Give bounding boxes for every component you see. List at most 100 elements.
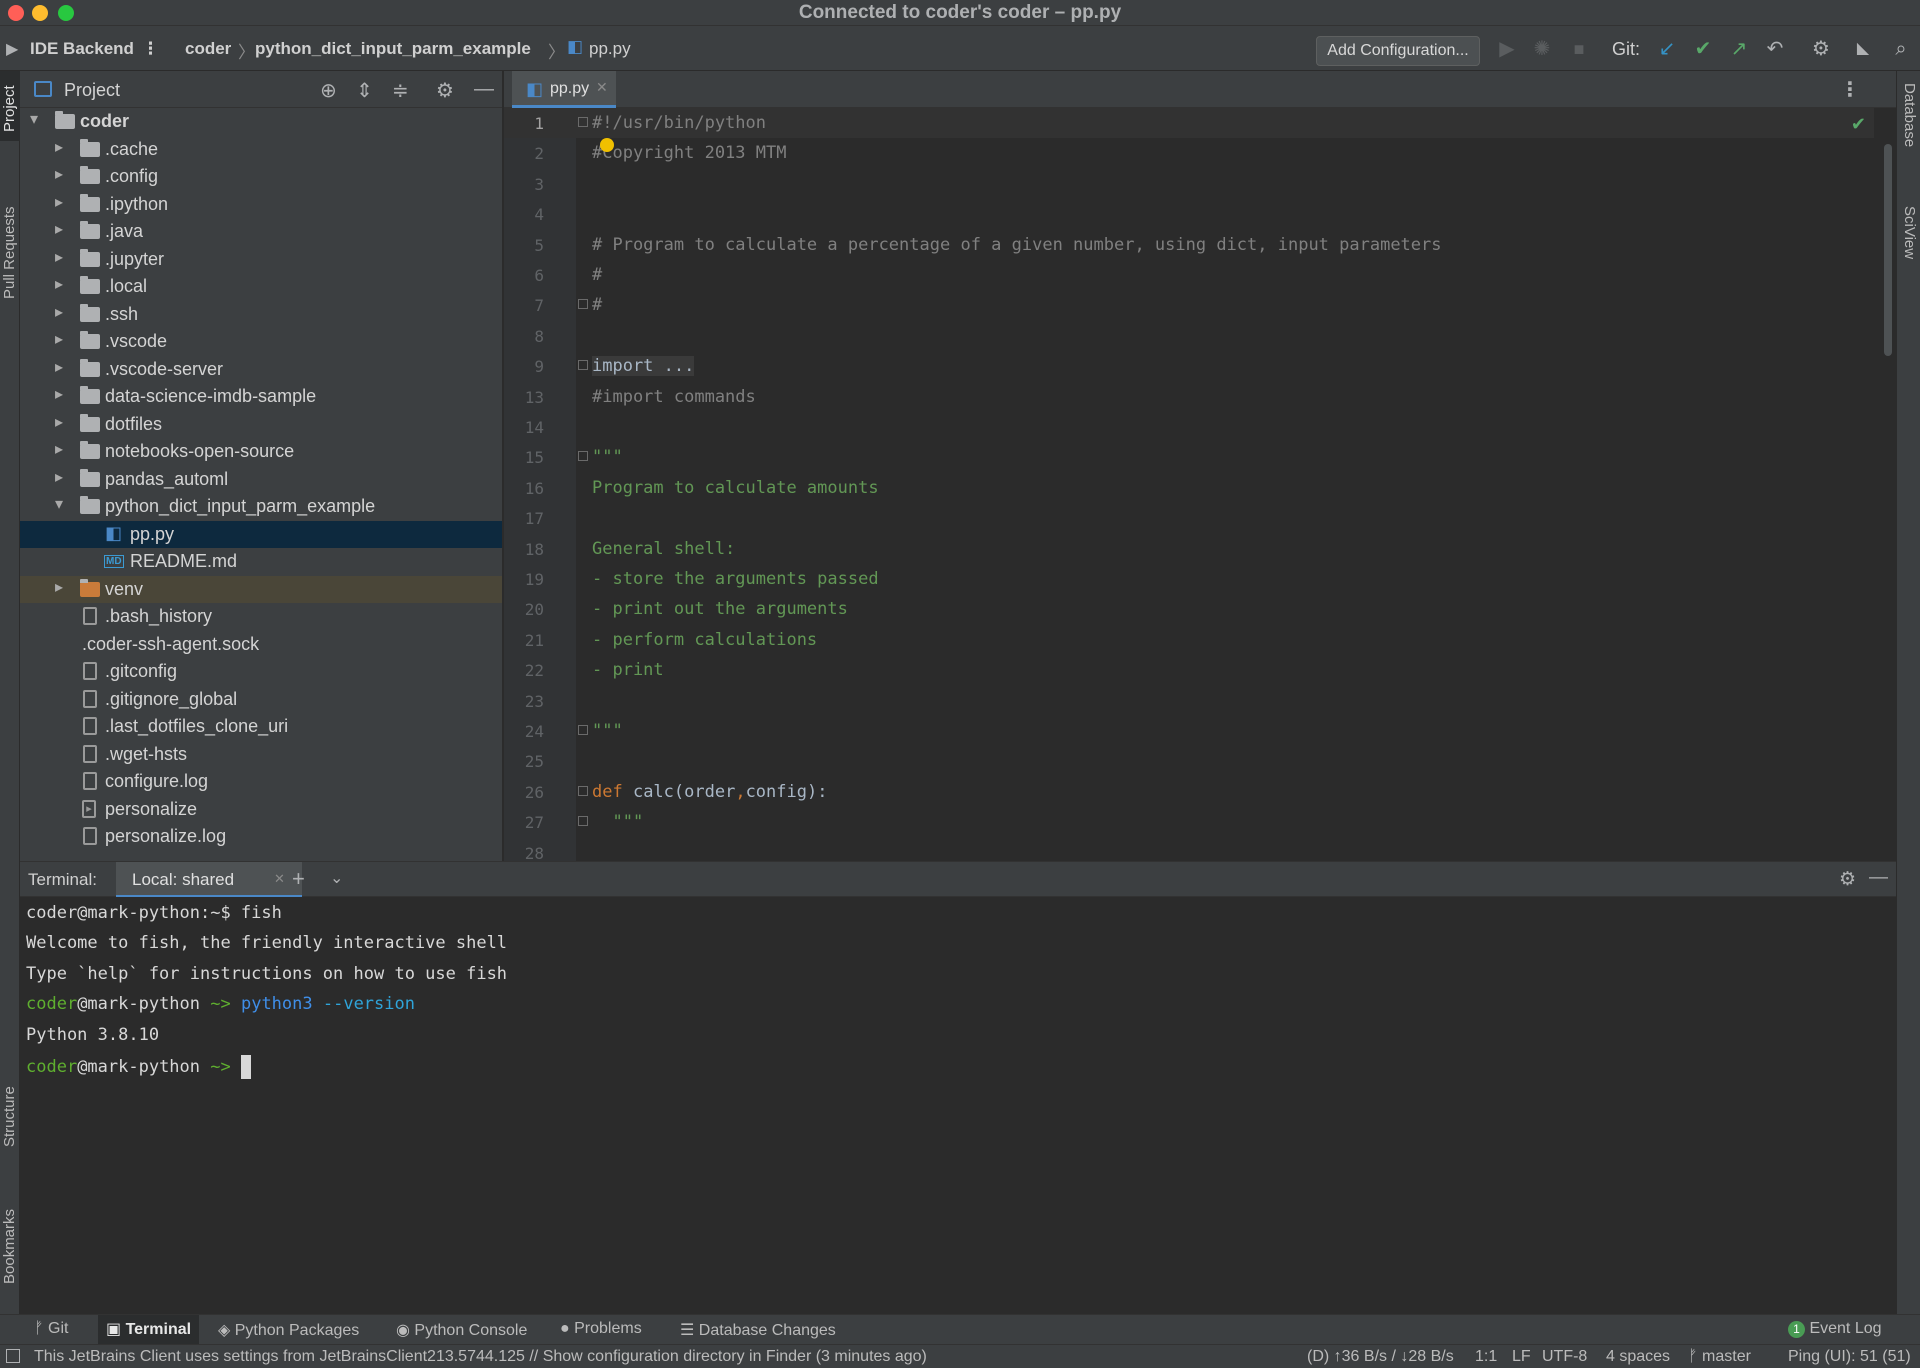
git-branch-widget[interactable]: ᚠ master <box>1688 1348 1751 1366</box>
tree-item[interactable]: .gitignore_global <box>20 686 502 714</box>
close-tab-icon[interactable]: ✕ <box>596 79 608 96</box>
indent-setting[interactable]: 4 spaces <box>1606 1348 1670 1366</box>
chevron-down-icon[interactable]: ⌄ <box>330 868 343 888</box>
close-terminal-tab-icon[interactable]: ✕ <box>274 871 285 887</box>
locate-file-icon[interactable]: ⊕ <box>320 78 337 103</box>
breadcrumb-folder[interactable]: python_dict_input_parm_example <box>255 39 531 59</box>
tool-tab-terminal[interactable]: ▣ Terminal <box>98 1315 200 1345</box>
chevron-right-icon[interactable]: ▸ <box>55 192 63 212</box>
tab-pp-py[interactable]: ◧ pp.py ✕ <box>512 71 616 108</box>
tree-item[interactable]: ▸ .vscode <box>20 328 502 356</box>
line-separator[interactable]: LF <box>1512 1348 1531 1366</box>
chevron-right-icon[interactable]: ▸ <box>55 302 63 322</box>
stop-icon[interactable]: ■ <box>1566 36 1592 62</box>
chevron-right-icon[interactable]: ▸ <box>55 577 63 597</box>
code-line[interactable]: 26 def calc(order,config): <box>504 777 1874 807</box>
fold-marker-icon[interactable] <box>578 360 588 371</box>
hide-panel-icon[interactable]: — <box>474 78 494 101</box>
chevron-right-icon[interactable]: ▸ <box>55 274 63 294</box>
tree-item[interactable]: .wget-hsts <box>20 741 502 769</box>
intention-bulb-icon[interactable] <box>600 138 614 152</box>
code-line[interactable]: 9 import ... <box>504 351 1874 381</box>
editor-scrollbar[interactable] <box>1884 144 1892 356</box>
search-icon[interactable]: ⌕ <box>1888 36 1914 62</box>
code-line[interactable]: 15 """ <box>504 442 1874 472</box>
code-line[interactable]: 21 - perform calculations <box>504 625 1874 655</box>
tab-project[interactable]: Project <box>0 77 20 141</box>
code-line[interactable]: 16 Program to calculate amounts <box>504 473 1874 503</box>
status-message[interactable]: This JetBrains Client uses settings from… <box>34 1348 927 1366</box>
more-vertical-icon[interactable]: ⋮ <box>142 39 159 59</box>
tool-tab-database-changes[interactable]: ☰ Database Changes <box>680 1320 836 1340</box>
breadcrumb-root[interactable]: coder <box>185 39 231 59</box>
debug-icon[interactable]: ✺ <box>1529 36 1555 62</box>
tool-tab-problems[interactable]: ● Problems <box>560 1320 642 1338</box>
project-panel-title[interactable]: Project <box>64 80 120 101</box>
breadcrumb-file[interactable]: pp.py <box>589 39 631 59</box>
code-line[interactable]: 3 <box>504 169 1874 199</box>
tree-item[interactable]: personalize.log <box>20 823 502 851</box>
code-line[interactable]: 23 <box>504 686 1874 716</box>
tree-item[interactable]: ▸ dotfiles <box>20 411 502 439</box>
tree-item[interactable]: .gitconfig <box>20 658 502 686</box>
fold-marker-icon[interactable] <box>578 299 588 310</box>
add-configuration-button[interactable]: Add Configuration... <box>1316 36 1480 66</box>
chevron-right-icon[interactable]: ▸ <box>55 357 63 377</box>
tree-item[interactable]: ▸ .local <box>20 273 502 301</box>
settings-gear-icon[interactable]: ⚙ <box>1808 36 1834 62</box>
chevron-right-icon[interactable]: ▸ <box>55 164 63 184</box>
code-with-me-icon[interactable]: ◣ <box>1850 36 1876 62</box>
chevron-right-icon[interactable]: ▸ <box>55 467 63 487</box>
tree-item[interactable]: ▸ .ssh <box>20 301 502 329</box>
fold-marker-icon[interactable] <box>578 725 588 735</box>
tab-bookmarks[interactable]: Bookmarks <box>0 1191 20 1301</box>
hide-terminal-icon[interactable]: — <box>1869 867 1888 889</box>
tree-item[interactable]: ▸ data-science-imdb-sample <box>20 383 502 411</box>
fold-marker-icon[interactable] <box>578 816 588 827</box>
fold-marker-icon[interactable] <box>578 117 588 127</box>
chevron-right-icon[interactable]: ▸ <box>55 247 63 267</box>
expand-all-icon[interactable]: ⇕ <box>356 78 373 103</box>
fold-marker-icon[interactable] <box>578 785 588 796</box>
tab-pull-requests[interactable]: Pull Requests <box>0 183 20 323</box>
tree-item[interactable]: ▸ venv <box>20 575 502 603</box>
tree-item[interactable]: ▾ python_dict_input_parm_example <box>20 493 502 521</box>
tree-root-coder[interactable]: ▾ coder <box>20 108 502 136</box>
tree-item[interactable]: ▸ notebooks-open-source <box>20 438 502 466</box>
git-update-icon[interactable]: ↙ <box>1654 36 1680 62</box>
collapse-all-icon[interactable]: ≑ <box>392 78 409 103</box>
tree-item[interactable]: ▸ .java <box>20 218 502 246</box>
tree-item[interactable]: .bash_history <box>20 603 502 631</box>
terminal-tab-local-shared[interactable]: Local: shared ✕ <box>116 862 302 898</box>
file-encoding[interactable]: UTF-8 <box>1542 1348 1587 1366</box>
tool-tab-python-console[interactable]: ◉ Python Console <box>396 1320 527 1340</box>
tree-item[interactable]: ▸ .cache <box>20 136 502 164</box>
code-line[interactable]: 8 <box>504 321 1874 351</box>
code-line[interactable]: 18 General shell: <box>504 534 1874 564</box>
code-line[interactable]: 2 #Copyright 2013 MTM <box>504 138 1874 168</box>
tab-options-icon[interactable]: ⋮ <box>1840 77 1860 102</box>
chevron-right-icon[interactable]: ▸ <box>55 219 63 239</box>
chevron-right-icon[interactable]: ▸ <box>55 384 63 404</box>
code-line[interactable]: 14 <box>504 412 1874 442</box>
fold-marker-icon[interactable] <box>578 451 588 462</box>
new-terminal-icon[interactable]: + <box>292 866 305 892</box>
git-push-icon[interactable]: ↗ <box>1726 36 1752 62</box>
code-line[interactable]: 24 """ <box>504 716 1874 746</box>
run-icon[interactable]: ▶ <box>1494 36 1520 62</box>
code-line[interactable]: 28 <box>504 838 1874 861</box>
code-line[interactable]: 13 #import commands <box>504 382 1874 412</box>
terminal-output[interactable]: coder@mark-python:~$ fish Welcome to fis… <box>20 897 1896 1314</box>
code-line[interactable]: 20 - print out the arguments <box>504 594 1874 624</box>
code-editor[interactable]: 1 #!/usr/bin/python 2 #Copyright 2013 MTM 3 4… <box>504 108 1896 861</box>
tree-item[interactable]: MD README.md <box>20 548 502 576</box>
tree-item[interactable]: ▸ personalize <box>20 796 502 824</box>
tool-tab-python-packages[interactable]: ◈ Python Packages <box>218 1320 359 1340</box>
tab-database[interactable]: Database <box>1899 83 1919 193</box>
ide-backend-button[interactable]: IDE Backend <box>30 39 134 59</box>
tree-item[interactable]: ▸ .ipython <box>20 191 502 219</box>
code-line[interactable]: 5 # Program to calculate a percentage of … <box>504 230 1874 260</box>
chevron-right-icon[interactable]: ▸ <box>55 412 63 432</box>
chevron-down-icon[interactable]: ▾ <box>55 494 63 514</box>
code-line[interactable]: 1 #!/usr/bin/python <box>504 108 1874 139</box>
